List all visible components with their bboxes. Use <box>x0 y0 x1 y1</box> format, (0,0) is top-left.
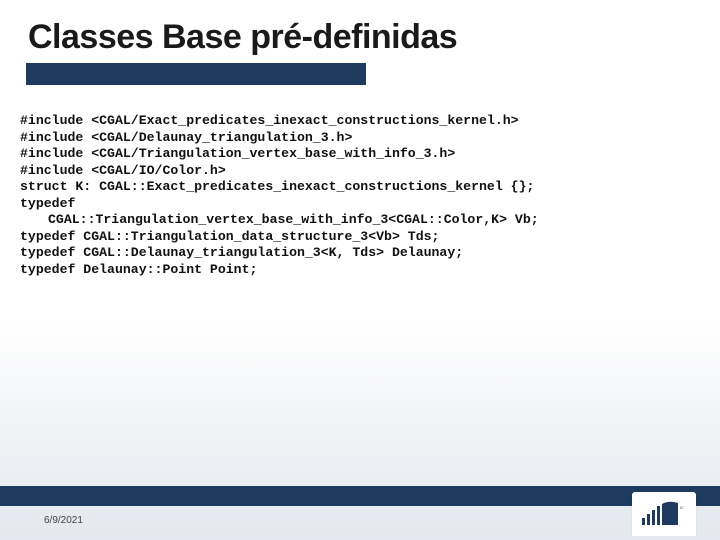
slide: Classes Base pré-definidas #include <CGA… <box>0 0 720 540</box>
code-line: #include <CGAL/IO/Color.h> <box>20 163 226 178</box>
code-line: struct K: CGAL::Exact_predicates_inexact… <box>20 179 534 194</box>
code-block: #include <CGAL/Exact_predicates_inexact_… <box>0 85 720 278</box>
code-line: #include <CGAL/Triangulation_vertex_base… <box>20 146 455 161</box>
svg-text:IC: IC <box>680 505 684 510</box>
slide-title: Classes Base pré-definidas <box>28 18 692 57</box>
footer-logo: IC <box>632 492 696 536</box>
code-line: typedef Delaunay::Point Point; <box>20 262 257 277</box>
code-line: #include <CGAL/Delaunay_triangulation_3.… <box>20 130 352 145</box>
title-underline-bar <box>26 63 366 85</box>
title-area: Classes Base pré-definidas <box>0 0 720 85</box>
code-line: typedef CGAL::Delaunay_triangulation_3<K… <box>20 245 463 260</box>
footer: 6/9/2021 IC <box>0 486 720 540</box>
footer-date: 6/9/2021 <box>44 515 83 526</box>
footer-bar <box>0 486 720 506</box>
code-line: typedef <box>20 196 75 211</box>
code-line-indent: CGAL::Triangulation_vertex_base_with_inf… <box>20 212 700 229</box>
code-line: typedef CGAL::Triangulation_data_structu… <box>20 229 439 244</box>
code-line: #include <CGAL/Exact_predicates_inexact_… <box>20 113 519 128</box>
logo-icon: IC <box>639 497 689 531</box>
